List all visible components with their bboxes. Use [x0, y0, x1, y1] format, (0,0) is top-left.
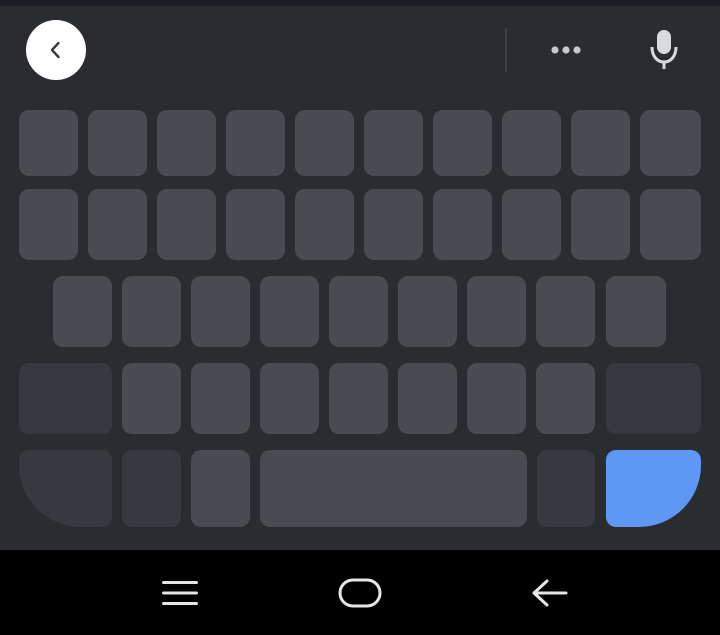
- chevron-left-icon: [50, 41, 60, 59]
- key-row2-10[interactable]: [640, 189, 701, 260]
- key-row4-3[interactable]: [260, 363, 319, 434]
- home-pill-icon: [338, 578, 382, 608]
- home-button[interactable]: [330, 568, 390, 618]
- more-options-button[interactable]: [542, 32, 590, 68]
- key-row1-10[interactable]: [640, 110, 701, 176]
- key-row1-8[interactable]: [502, 110, 561, 176]
- key-row3-7[interactable]: [467, 276, 526, 347]
- key-row4-5[interactable]: [398, 363, 457, 434]
- recents-button[interactable]: [150, 568, 210, 618]
- key-row3-9[interactable]: [606, 276, 666, 347]
- key-row2-7[interactable]: [433, 189, 492, 260]
- key-row4-2[interactable]: [191, 363, 250, 434]
- key-row2-1[interactable]: [19, 189, 78, 260]
- key-row4-1[interactable]: [122, 363, 181, 434]
- key-row2-6[interactable]: [364, 189, 423, 260]
- key-row3-3[interactable]: [191, 276, 250, 347]
- toolbar-divider: [505, 28, 507, 72]
- key-row1-4[interactable]: [226, 110, 285, 176]
- key-row3-4[interactable]: [260, 276, 319, 347]
- key-row1-5[interactable]: [295, 110, 354, 176]
- microphone-icon: [650, 30, 678, 69]
- key-row1-1[interactable]: [19, 110, 78, 176]
- key-row3-2[interactable]: [122, 276, 181, 347]
- back-arrow-icon: [532, 579, 568, 607]
- key-row2-5[interactable]: [295, 189, 354, 260]
- key-row2-3[interactable]: [157, 189, 216, 260]
- key-row1-2[interactable]: [88, 110, 147, 176]
- voice-input-button[interactable]: [640, 24, 688, 76]
- key-row4-7[interactable]: [536, 363, 595, 434]
- shift-key[interactable]: [19, 363, 112, 434]
- back-button[interactable]: [26, 20, 86, 80]
- menu-lines-icon: [162, 581, 198, 605]
- key-row4-6[interactable]: [467, 363, 526, 434]
- key-row3-6[interactable]: [398, 276, 457, 347]
- keyboard-screen: [0, 0, 720, 635]
- emoji-key[interactable]: [191, 450, 250, 527]
- key-row1-3[interactable]: [157, 110, 216, 176]
- key-row2-9[interactable]: [571, 189, 630, 260]
- key-row2-4[interactable]: [226, 189, 285, 260]
- key-row1-9[interactable]: [571, 110, 630, 176]
- period-key[interactable]: [537, 450, 595, 527]
- back-nav-button[interactable]: [520, 568, 580, 618]
- backspace-key[interactable]: [606, 363, 701, 434]
- app-edge: [0, 0, 720, 6]
- symbols-key[interactable]: [19, 450, 112, 527]
- key-row2-2[interactable]: [88, 189, 147, 260]
- enter-key[interactable]: [606, 450, 701, 527]
- key-row2-8[interactable]: [502, 189, 561, 260]
- key-row1-7[interactable]: [433, 110, 492, 176]
- key-row3-8[interactable]: [536, 276, 595, 347]
- key-row4-4[interactable]: [329, 363, 388, 434]
- space-key[interactable]: [260, 450, 527, 527]
- key-row3-1[interactable]: [53, 276, 112, 347]
- key-row3-5[interactable]: [329, 276, 388, 347]
- navigation-bar: [0, 550, 720, 635]
- more-horizontal-icon: [551, 46, 581, 54]
- key-row1-6[interactable]: [364, 110, 423, 176]
- comma-key[interactable]: [122, 450, 181, 527]
